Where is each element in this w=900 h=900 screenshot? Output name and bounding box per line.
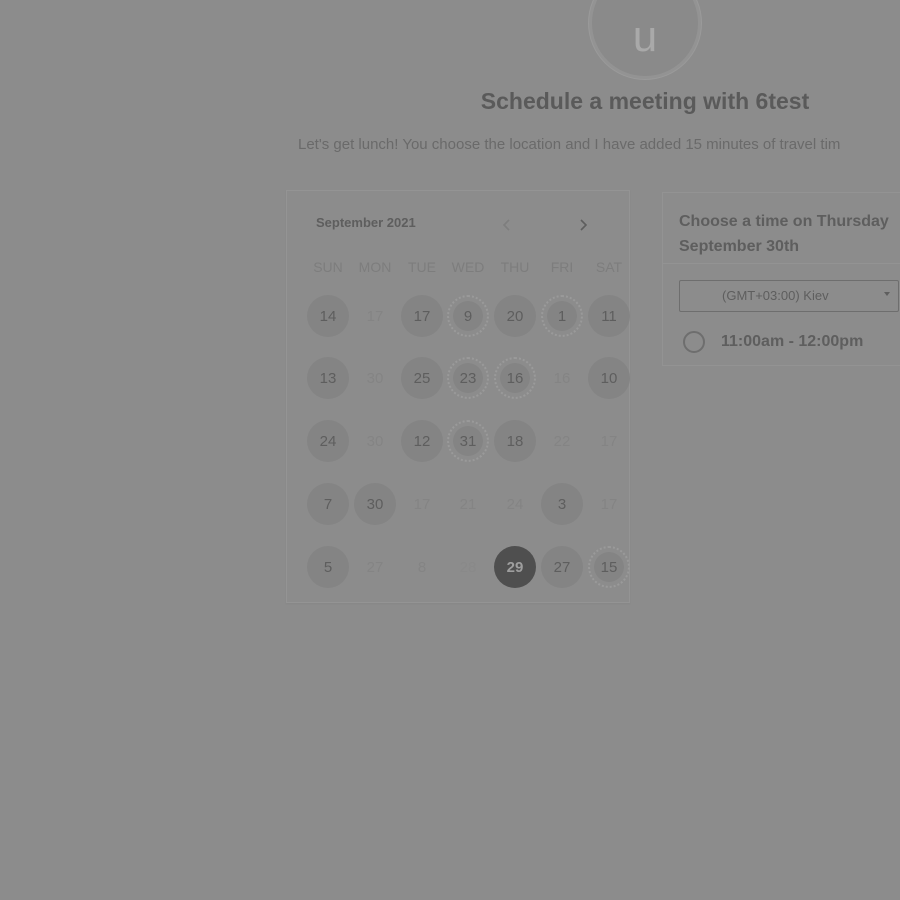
- prev-month-button[interactable]: [497, 215, 517, 235]
- weekday-tue: TUE: [408, 259, 436, 275]
- scheduling-page: u Schedule a meeting with 6test Let's ge…: [0, 0, 900, 900]
- calendar-day: 8: [417, 558, 427, 576]
- weekday-sat: SAT: [595, 259, 623, 275]
- calendar-day: 21: [459, 495, 477, 513]
- calendar-day[interactable]: 1: [541, 295, 583, 337]
- calendar-day[interactable]: 17: [401, 295, 443, 337]
- calendar-day[interactable]: 14: [307, 295, 349, 337]
- calendar-day: 17: [366, 307, 384, 325]
- time-slot-label: 11:00am - 12:00pm: [721, 333, 864, 350]
- calendar-day[interactable]: 15: [588, 546, 630, 588]
- calendar-day: 22: [553, 432, 571, 450]
- date-picker: September 2021 SUN MON TUE WED THU FRI SAT 14 1…: [286, 190, 630, 603]
- calendar-day-selected[interactable]: 29: [494, 546, 536, 588]
- time-panel-heading: Choose a time on Thursday September 30th: [679, 209, 900, 259]
- calendar-day[interactable]: 31: [447, 420, 489, 462]
- calendar-day: 17: [600, 495, 618, 513]
- calendar-day[interactable]: 23: [447, 357, 489, 399]
- page-title: Schedule a meeting with 6test: [480, 88, 810, 114]
- time-slot-option[interactable]: 11:00am - 12:00pm: [683, 329, 863, 355]
- month-label: September 2021: [316, 215, 416, 230]
- radio-button[interactable]: [683, 331, 705, 353]
- time-picker-panel: Choose a time on Thursday September 30th…: [662, 192, 900, 366]
- caret-down-icon: [884, 292, 890, 296]
- chevron-left-icon: [502, 219, 510, 231]
- host-avatar: u: [592, 0, 698, 76]
- calendar-day[interactable]: 25: [401, 357, 443, 399]
- weekday-header: SUN MON TUE WED THU FRI SAT: [287, 259, 629, 277]
- calendar-day: 17: [413, 495, 431, 513]
- calendar-day[interactable]: 18: [494, 420, 536, 462]
- calendar-day[interactable]: 5: [307, 546, 349, 588]
- calendar-day[interactable]: 24: [307, 420, 349, 462]
- calendar-day[interactable]: 30: [354, 483, 396, 525]
- weekday-thu: THU: [500, 259, 530, 275]
- calendar-day[interactable]: 20: [494, 295, 536, 337]
- weekday-fri: FRI: [550, 259, 574, 275]
- calendar-day: 17: [600, 432, 618, 450]
- meeting-description: Let's get lunch! You choose the location…: [298, 136, 841, 153]
- calendar-day[interactable]: 9: [447, 295, 489, 337]
- divider: [663, 263, 900, 264]
- calendar-day[interactable]: 10: [588, 357, 630, 399]
- timezone-select[interactable]: (GMT+03:00) Kiev: [679, 280, 899, 312]
- calendar-day[interactable]: 27: [541, 546, 583, 588]
- time-panel-heading-line2: September 30th: [679, 238, 800, 255]
- calendar-day[interactable]: 12: [401, 420, 443, 462]
- timezone-value: (GMT+03:00) Kiev: [722, 288, 829, 303]
- calendar-day[interactable]: 13: [307, 357, 349, 399]
- avatar-initial: u: [632, 12, 658, 61]
- calendar-day[interactable]: 11: [588, 295, 630, 337]
- calendar-day[interactable]: 16: [494, 357, 536, 399]
- calendar-day[interactable]: 7: [307, 483, 349, 525]
- calendar-day: 16: [553, 369, 571, 387]
- calendar-day: 24: [506, 495, 524, 513]
- next-month-button[interactable]: [573, 215, 593, 235]
- calendar-day: 30: [366, 432, 384, 450]
- time-panel-heading-line1: Choose a time on Thursday: [679, 213, 889, 230]
- chevron-right-icon: [580, 219, 588, 231]
- calendar-day: 27: [366, 558, 384, 576]
- calendar-day: 28: [459, 558, 477, 576]
- weekday-sun: SUN: [313, 259, 343, 275]
- calendar-day[interactable]: 3: [541, 483, 583, 525]
- weekday-mon: MON: [358, 259, 392, 275]
- weekday-wed: WED: [451, 259, 485, 275]
- calendar-day: 30: [366, 369, 384, 387]
